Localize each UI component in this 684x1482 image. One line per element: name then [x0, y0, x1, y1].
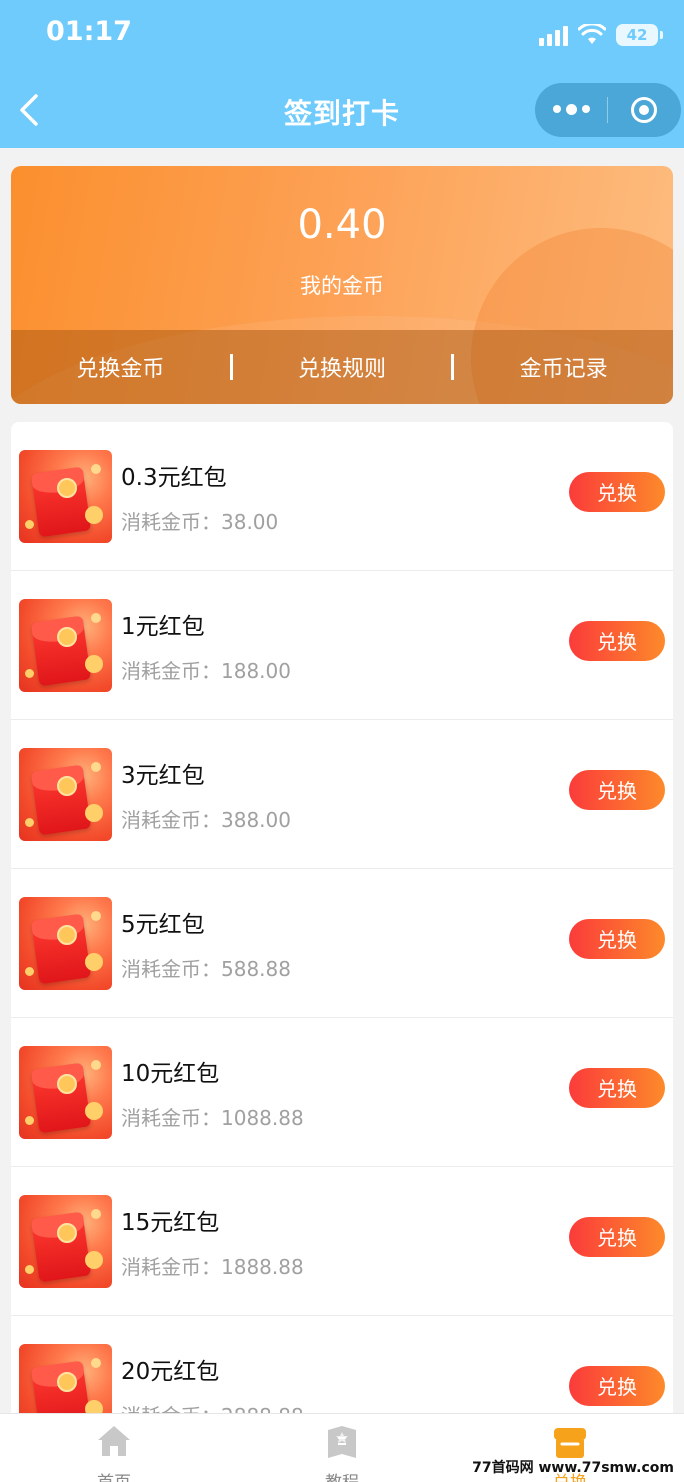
list-item: 3元红包 消耗金币：388.00 兑换	[11, 720, 673, 869]
top-bar: 01:17 42 签到打卡	[0, 0, 684, 148]
tab-home[interactable]: 首页	[0, 1414, 228, 1482]
exchange-rules-button[interactable]: 兑换规则	[233, 351, 452, 383]
tab-home-label: 首页	[0, 1468, 228, 1482]
mini-program-capsule	[535, 83, 681, 137]
list-item: 10元红包 消耗金币：1088.88 兑换	[11, 1018, 673, 1167]
battery-icon: 42	[616, 24, 663, 46]
watermark: 77首码网 www.77smw.com	[472, 1460, 674, 1476]
item-cost: 消耗金币：388.00	[121, 808, 291, 832]
status-time: 01:17	[46, 16, 132, 47]
redeem-button[interactable]: 兑换	[569, 919, 665, 959]
redeem-button[interactable]: 兑换	[569, 770, 665, 810]
status-icons: 42	[539, 20, 663, 50]
redeem-button[interactable]: 兑换	[569, 621, 665, 661]
item-cost: 消耗金币：1888.88	[121, 1255, 304, 1279]
coin-label: 我的金币	[300, 274, 384, 298]
coin-records-button[interactable]: 金币记录	[454, 351, 673, 383]
item-cost: 消耗金币：38.00	[121, 510, 279, 534]
item-title: 15元红包	[121, 1210, 220, 1236]
home-icon	[98, 1426, 130, 1456]
coin-balance: 0.40	[297, 202, 387, 248]
item-title: 3元红包	[121, 763, 205, 789]
item-title: 10元红包	[121, 1061, 220, 1087]
tab-tutorial-label: 教程	[228, 1468, 456, 1482]
list-item: 15元红包 消耗金币：1888.88 兑换	[11, 1167, 673, 1316]
tab-tutorial[interactable]: 教程	[228, 1414, 456, 1482]
list-item: 5元红包 消耗金币：588.88 兑换	[11, 869, 673, 1018]
red-envelope-image	[19, 897, 112, 990]
exchange-coins-button[interactable]: 兑换金币	[11, 351, 230, 383]
close-program-icon[interactable]	[608, 97, 680, 123]
item-title: 1元红包	[121, 614, 205, 640]
signal-icon	[539, 24, 568, 46]
item-cost: 消耗金币：188.00	[121, 659, 291, 683]
item-title: 0.3元红包	[121, 465, 227, 491]
coin-card: 0.40 我的金币 兑换金币 兑换规则 金币记录	[11, 166, 673, 404]
book-icon	[328, 1426, 356, 1458]
red-envelope-image	[19, 450, 112, 543]
reward-list: 0.3元红包 消耗金币：38.00 兑换 1元红包 消耗金币：188.00 兑换…	[11, 422, 673, 1465]
redeem-button[interactable]: 兑换	[569, 1217, 665, 1257]
redeem-button[interactable]: 兑换	[569, 1366, 665, 1406]
list-item: 0.3元红包 消耗金币：38.00 兑换	[11, 422, 673, 571]
wifi-icon	[578, 24, 606, 44]
list-item: 1元红包 消耗金币：188.00 兑换	[11, 571, 673, 720]
red-envelope-image	[19, 1046, 112, 1139]
redeem-button[interactable]: 兑换	[569, 1068, 665, 1108]
redeem-button[interactable]: 兑换	[569, 472, 665, 512]
shop-icon	[554, 1428, 586, 1458]
item-cost: 消耗金币：588.88	[121, 957, 291, 981]
red-envelope-image	[19, 748, 112, 841]
coin-actions: 兑换金币 兑换规则 金币记录	[11, 330, 673, 404]
item-title: 5元红包	[121, 912, 205, 938]
red-envelope-image	[19, 599, 112, 692]
red-envelope-image	[19, 1195, 112, 1288]
item-title: 20元红包	[121, 1359, 220, 1385]
item-cost: 消耗金币：1088.88	[121, 1106, 304, 1130]
more-icon[interactable]	[535, 103, 607, 115]
